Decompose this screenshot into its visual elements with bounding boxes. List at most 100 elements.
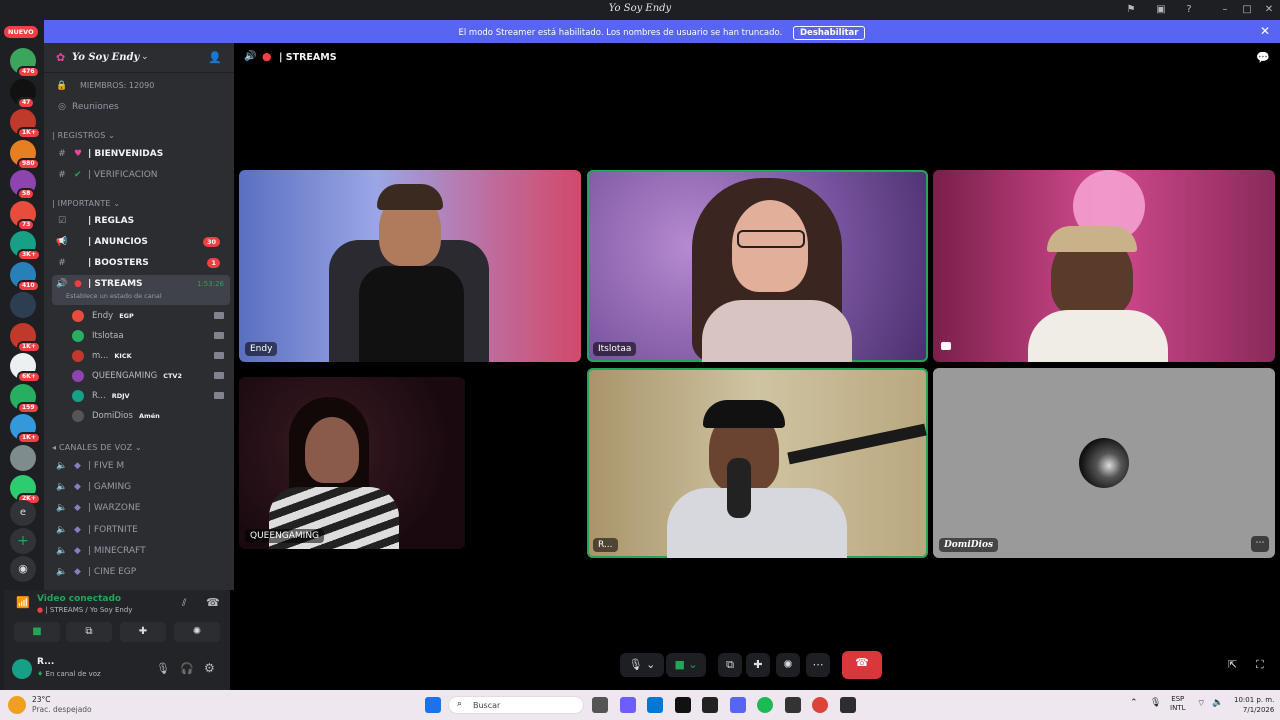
new-badge[interactable]: NUEVO	[4, 26, 38, 38]
signal-icon[interactable]: 📶	[16, 596, 30, 609]
avatar[interactable]	[12, 659, 32, 679]
activities-button[interactable]: ✚	[120, 622, 166, 642]
channel-anuncios[interactable]: 📢 | ANUNCIOS 30	[52, 233, 230, 251]
activities-button[interactable]: ✚	[746, 653, 770, 677]
video-tile-endy[interactable]: Endy	[239, 170, 581, 362]
volume-icon[interactable]: 🔈	[1212, 698, 1223, 708]
channel-status-prompt[interactable]: Establece un estado de canal	[66, 287, 162, 305]
channel-reglas[interactable]: ☑ | REGLAS	[52, 212, 230, 230]
mic-toggle-button[interactable]: 🎙 ⌄	[620, 653, 664, 677]
language-indicator[interactable]: ESP INTL	[1170, 695, 1185, 713]
channel-streams[interactable]: 🔊 ● | STREAMS 1:53:26 Establece un estad…	[52, 275, 230, 305]
unread-badge: 1	[207, 258, 220, 268]
weather-icon[interactable]	[8, 696, 26, 714]
voice-channel-item[interactable]: 🔈 ◆ | FIVE M	[52, 457, 230, 475]
voice-channel-item[interactable]: 🔈 ◆ | CINE EGP	[52, 563, 230, 581]
voice-channel-item[interactable]: 🔈 ◆ | MINECRAFT	[52, 542, 230, 560]
server-header[interactable]: ✿ Yo Soy Endy ⌄ 👤	[44, 43, 234, 73]
voice-user-row[interactable]: Itslotaa	[72, 327, 224, 345]
screen-share-button[interactable]: ⧉	[718, 653, 742, 677]
app-icon[interactable]	[785, 697, 801, 713]
voice-user-row[interactable]: QUEENGAMING CTV2	[72, 367, 224, 385]
spotify-icon[interactable]	[757, 697, 773, 713]
channel-emoji-icon: ◆	[74, 503, 81, 514]
video-tile-itslotaa[interactable]: Itslotaa	[587, 170, 928, 362]
voice-channel-item[interactable]: 🔈 ◆ | GAMING	[52, 478, 230, 496]
app2-icon[interactable]	[840, 697, 856, 713]
voice-user-tag: RDJV	[111, 392, 130, 400]
category-registros[interactable]: | REGISTROS ⌄	[52, 131, 115, 140]
video-tile-queengaming[interactable]: QUEENGAMING	[239, 377, 465, 549]
more-options-icon[interactable]: ⋯	[806, 653, 830, 677]
clock[interactable]: 10:01 p. m. 7/1/2026	[1234, 695, 1274, 715]
obs-icon[interactable]	[702, 697, 718, 713]
server-badge: 159	[17, 401, 40, 414]
server-icon[interactable]	[10, 444, 36, 471]
screen-icon[interactable]: ▣	[1150, 2, 1172, 18]
heart-icon: ♥	[74, 149, 83, 159]
category-importante[interactable]: | IMPORTANTE ⌄	[52, 199, 120, 208]
close-window-button[interactable]: ✕	[1258, 2, 1280, 18]
voice-user-row[interactable]: m... KICK	[72, 347, 224, 365]
stream-timer: 1:53:26	[197, 280, 224, 288]
maximize-button[interactable]: □	[1236, 2, 1258, 18]
video-tile-r[interactable]: R...	[587, 368, 928, 558]
noise-suppression-icon[interactable]: ⫽	[182, 598, 186, 609]
channel-members[interactable]: 🔒 MIEMBROS: 12090	[52, 77, 230, 95]
channel-bienvenidas[interactable]: # | BIENVENIDAS ♥	[52, 145, 230, 163]
taskbar-search[interactable]: ⌕ Buscar	[448, 696, 584, 714]
camera-toggle-button[interactable]: ■ ⌄	[666, 653, 706, 677]
discord-taskbar-icon[interactable]	[730, 697, 746, 713]
camera-button[interactable]: ■	[14, 622, 60, 642]
voice-channel-item[interactable]: 🔈 ◆ | WARZONE	[52, 499, 230, 517]
windows-start-icon[interactable]	[425, 697, 441, 713]
disconnect-icon[interactable]: ☎	[206, 596, 220, 609]
close-icon[interactable]: ✕	[1260, 24, 1270, 38]
chevron-up-icon[interactable]: ⌃	[1130, 698, 1138, 708]
chrome-icon[interactable]	[812, 697, 828, 713]
channel-emoji-icon: ◆	[74, 545, 81, 556]
voice-user-row[interactable]: R... RDJV	[72, 387, 224, 405]
invite-icon[interactable]: 👤	[208, 51, 222, 64]
voice-user-row[interactable]: Endy EGP	[72, 307, 224, 325]
soundboard-button[interactable]: ✺	[776, 653, 800, 677]
minimize-button[interactable]: –	[1214, 2, 1236, 18]
voice-status[interactable]: Video conectado	[37, 594, 121, 604]
camera-on-icon	[214, 372, 224, 379]
voice-channel-item[interactable]: 🔈 ◆ | FORTNITE	[52, 521, 230, 539]
more-options-icon[interactable]: ⋯	[1251, 536, 1269, 552]
store-icon[interactable]	[647, 697, 663, 713]
microphone-icon[interactable]: 🎙	[156, 662, 170, 675]
channel-boosters[interactable]: # | BOOSTERS 1	[52, 254, 230, 272]
task-view-icon[interactable]	[592, 697, 608, 713]
mic-tray-icon[interactable]: 🎙	[1150, 698, 1161, 708]
terminal-icon[interactable]	[675, 697, 691, 713]
disconnect-call-button[interactable]: ☎	[842, 651, 882, 679]
category-voz[interactable]: ◂ CANALES DE VOZ ⌄	[52, 443, 142, 452]
video-tile-guest[interactable]	[933, 170, 1275, 362]
video-tile-domidios[interactable]: DomiDios ⋯	[933, 368, 1275, 558]
copilot-icon[interactable]	[620, 697, 636, 713]
server-e-icon[interactable]: e	[10, 500, 36, 526]
headphones-icon[interactable]: 🎧	[180, 662, 194, 675]
chat-icon[interactable]: 💬	[1256, 51, 1270, 64]
disable-streamer-button[interactable]: Deshabilitar	[793, 26, 866, 40]
help-icon[interactable]: ?	[1178, 2, 1200, 18]
microphone-shape	[727, 458, 751, 518]
popout-icon[interactable]: ⇱	[1228, 658, 1237, 671]
inbox-icon[interactable]: ⚑	[1120, 2, 1142, 18]
discover-icon[interactable]: ◉	[10, 556, 36, 582]
tile-label: QUEENGAMING	[245, 529, 325, 543]
add-server-icon[interactable]: +	[10, 528, 36, 554]
screen-share-button[interactable]: ⧉	[66, 622, 112, 642]
voice-user-name: m... KICK	[92, 347, 132, 365]
server-icon[interactable]	[10, 292, 36, 318]
channel-reuniones[interactable]: ◎ Reuniones	[52, 98, 230, 116]
voice-user-row[interactable]: DomiDios Amén	[72, 407, 222, 425]
wifi-icon[interactable]: ⌔	[1197, 698, 1205, 709]
channel-verificacion[interactable]: # ✔ | VERIFICACION	[52, 166, 230, 184]
soundboard-button[interactable]: ✺	[174, 622, 220, 642]
fullscreen-icon[interactable]: ⛶	[1256, 658, 1264, 672]
speaker-icon: 🔈	[56, 545, 68, 556]
settings-gear-icon[interactable]: ⚙	[204, 661, 215, 675]
